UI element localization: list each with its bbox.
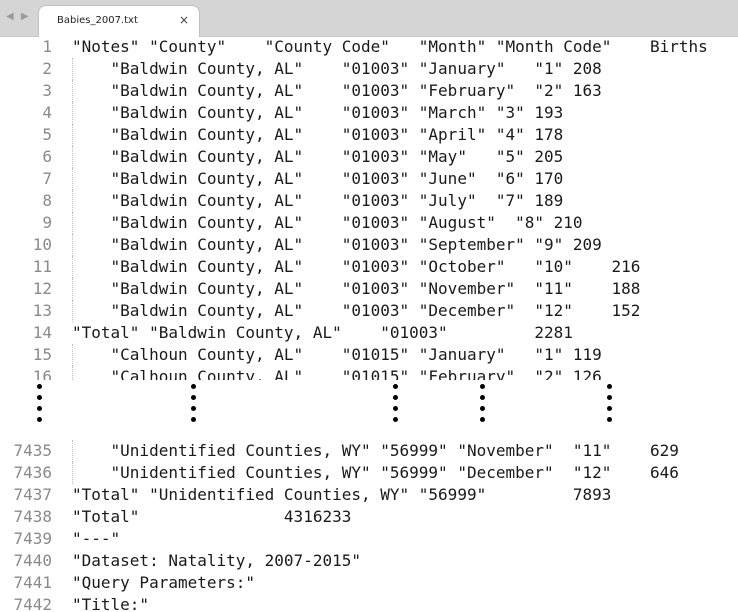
line-number: 7 — [42, 169, 52, 188]
close-icon[interactable]: × — [179, 13, 189, 27]
line-number: 3 — [42, 81, 52, 100]
line-text: "Baldwin County, AL" "01003" "November" … — [72, 279, 641, 298]
editor-line[interactable]: 3 "Baldwin County, AL" "01003" "February… — [0, 80, 738, 102]
omitted-lines-ellipsis — [0, 380, 738, 440]
line-text: "Unidentified Counties, WY" "56999" "Nov… — [72, 441, 679, 460]
editor-line[interactable]: 7441 "Query Parameters:" — [0, 572, 738, 594]
editor-line[interactable]: 9 "Baldwin County, AL" "01003" "August" … — [0, 212, 738, 234]
editor-line[interactable]: 6 "Baldwin County, AL" "01003" "May" "5"… — [0, 146, 738, 168]
line-number: 7435 — [13, 441, 52, 460]
line-number: 7441 — [13, 573, 52, 592]
line-number: 14 — [32, 323, 52, 342]
editor-line[interactable]: 7435 "Unidentified Counties, WY" "56999"… — [0, 440, 738, 462]
line-number: 15 — [32, 345, 52, 364]
editor-line[interactable]: 15 "Calhoun County, AL" "01015" "January… — [0, 344, 738, 366]
line-number: 10 — [32, 235, 52, 254]
line-text: "Baldwin County, AL" "01003" "March" "3"… — [72, 103, 564, 122]
line-number: 7442 — [13, 595, 52, 612]
line-text: "Baldwin County, AL" "01003" "October" "… — [72, 257, 641, 276]
ellipsis-dots — [480, 384, 485, 428]
editor-line[interactable]: 8 "Baldwin County, AL" "01003" "July" "7… — [0, 190, 738, 212]
line-number: 12 — [32, 279, 52, 298]
line-number: 7436 — [13, 463, 52, 482]
line-number: 5 — [42, 125, 52, 144]
editor-lines-top: 1 "Notes" "County" "County Code" "Month" … — [0, 36, 738, 380]
line-text: "Query Parameters:" — [72, 573, 256, 592]
ellipsis-dots — [607, 384, 612, 428]
editor-line[interactable]: 7 "Baldwin County, AL" "01003" "June" "6… — [0, 168, 738, 190]
editor-line[interactable]: 13 "Baldwin County, AL" "01003" "Decembe… — [0, 300, 738, 322]
line-number: 2 — [42, 59, 52, 78]
line-text: "Baldwin County, AL" "01003" "December" … — [72, 301, 641, 320]
tab-label: Babies_2007.txt — [57, 15, 138, 26]
editor-line[interactable]: 16 "Calhoun County, AL" "01015" "Februar… — [0, 366, 738, 380]
line-text: "Baldwin County, AL" "01003" "August" "8… — [72, 213, 583, 232]
tab-nav-arrows-icon[interactable]: ◀ ▶ — [6, 11, 31, 22]
line-text: "Calhoun County, AL" "01015" "January" "… — [72, 345, 602, 364]
line-number: 7438 — [13, 507, 52, 526]
editor-line[interactable]: 11 "Baldwin County, AL" "01003" "October… — [0, 256, 738, 278]
tab-bar: ◀ ▶ Babies_2007.txt × — [0, 0, 738, 37]
editor-line[interactable]: 2 "Baldwin County, AL" "01003" "January"… — [0, 58, 738, 80]
line-number: 13 — [32, 301, 52, 320]
editor-line[interactable]: 12 "Baldwin County, AL" "01003" "Novembe… — [0, 278, 738, 300]
line-number: 1 — [42, 37, 52, 56]
line-number: 8 — [42, 191, 52, 210]
line-number: 7439 — [13, 529, 52, 548]
line-text: "Total" "Baldwin County, AL" "01003" 228… — [72, 323, 573, 342]
editor-line[interactable]: 7437 "Total" "Unidentified Counties, WY" … — [0, 484, 738, 506]
line-number: 7437 — [13, 485, 52, 504]
text-editor[interactable]: 1 "Notes" "County" "County Code" "Month" … — [0, 36, 738, 612]
tab-babies-2007[interactable]: Babies_2007.txt × — [38, 5, 200, 37]
line-text: "Baldwin County, AL" "01003" "January" "… — [72, 59, 602, 78]
line-text: "Calhoun County, AL" "01015" "February" … — [72, 367, 602, 380]
editor-line[interactable]: 7439 "---" — [0, 528, 738, 550]
line-number: 6 — [42, 147, 52, 166]
line-text: "Baldwin County, AL" "01003" "September"… — [72, 235, 602, 254]
ellipsis-dots — [191, 384, 196, 428]
line-number: 7440 — [13, 551, 52, 570]
line-number: 4 — [42, 103, 52, 122]
ellipsis-dots — [393, 384, 398, 428]
line-text: "Baldwin County, AL" "01003" "February" … — [72, 81, 602, 100]
editor-line[interactable]: 10 "Baldwin County, AL" "01003" "Septemb… — [0, 234, 738, 256]
line-text: "---" — [72, 529, 121, 548]
editor-line[interactable]: 14 "Total" "Baldwin County, AL" "01003" 2… — [0, 322, 738, 344]
line-number: 16 — [32, 367, 52, 380]
editor-line[interactable]: 7442 "Title:" — [0, 594, 738, 612]
editor-line[interactable]: 1 "Notes" "County" "County Code" "Month" … — [0, 36, 738, 58]
line-text: "Total" 4316233 — [72, 507, 352, 526]
line-text: "Unidentified Counties, WY" "56999" "Dec… — [72, 463, 679, 482]
editor-lines-bottom: 7435 "Unidentified Counties, WY" "56999"… — [0, 440, 738, 612]
line-text: "Baldwin County, AL" "01003" "June" "6" … — [72, 169, 564, 188]
ellipsis-dots — [37, 384, 42, 428]
line-text: "Baldwin County, AL" "01003" "July" "7" … — [72, 191, 564, 210]
editor-line[interactable]: 5 "Baldwin County, AL" "01003" "April" "… — [0, 124, 738, 146]
line-text: "Dataset: Natality, 2007-2015" — [72, 551, 361, 570]
editor-line[interactable]: 7436 "Unidentified Counties, WY" "56999"… — [0, 462, 738, 484]
line-text: "Notes" "County" "County Code" "Month" "… — [72, 37, 708, 56]
line-text: "Baldwin County, AL" "01003" "May" "5" 2… — [72, 147, 564, 166]
line-text: "Title:" — [72, 595, 150, 612]
line-number: 9 — [42, 213, 52, 232]
editor-line[interactable]: 4 "Baldwin County, AL" "01003" "March" "… — [0, 102, 738, 124]
line-number: 11 — [32, 257, 52, 276]
editor-line[interactable]: 7438 "Total" 4316233 — [0, 506, 738, 528]
editor-line[interactable]: 7440 "Dataset: Natality, 2007-2015" — [0, 550, 738, 572]
line-text: "Total" "Unidentified Counties, WY" "569… — [72, 485, 612, 504]
line-text: "Baldwin County, AL" "01003" "April" "4"… — [72, 125, 564, 144]
